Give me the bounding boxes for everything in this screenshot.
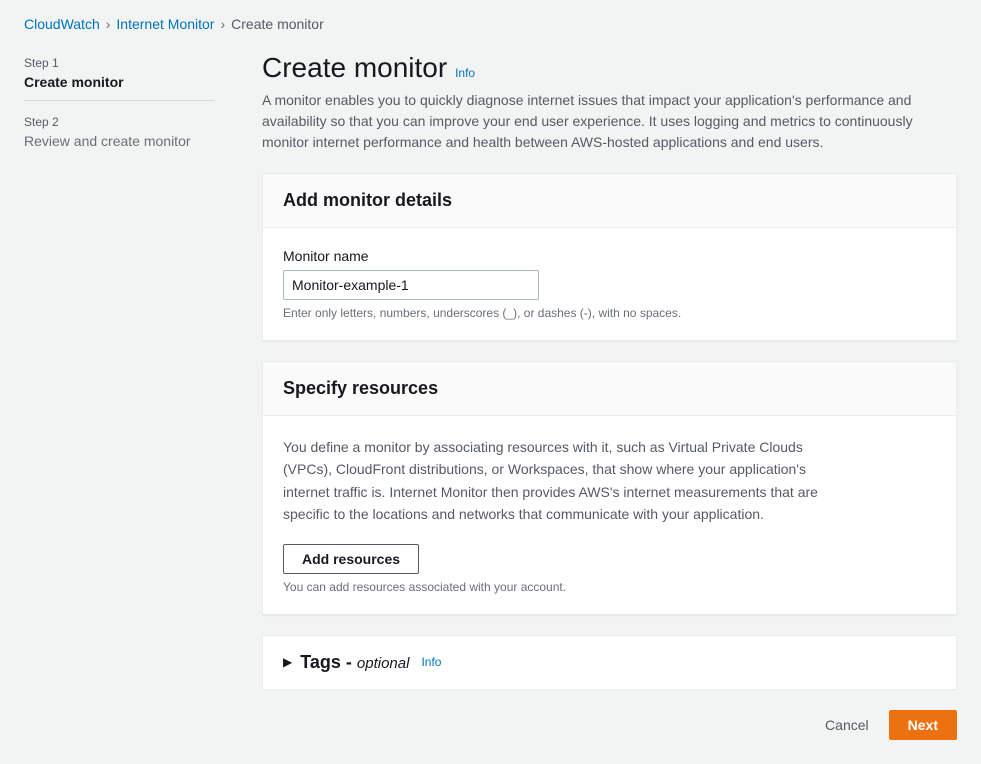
monitor-name-input[interactable] <box>283 270 539 300</box>
step-number: Step 2 <box>24 115 214 129</box>
monitor-name-label: Monitor name <box>283 248 936 264</box>
next-button[interactable]: Next <box>889 710 957 740</box>
monitor-name-hint: Enter only letters, numbers, underscores… <box>283 306 936 320</box>
step-title: Create monitor <box>24 74 214 90</box>
monitor-details-panel: Add monitor details Monitor name Enter o… <box>262 173 957 341</box>
step-title: Review and create monitor <box>24 133 214 149</box>
chevron-right-icon: › <box>106 16 111 32</box>
main-content: Create monitor Info A monitor enables yo… <box>262 52 957 740</box>
page-title: Create monitor <box>262 52 447 83</box>
breadcrumb: CloudWatch › Internet Monitor › Create m… <box>24 16 957 32</box>
breadcrumb-internet-monitor[interactable]: Internet Monitor <box>116 16 214 32</box>
panel-heading: Add monitor details <box>283 190 936 211</box>
step-number: Step 1 <box>24 56 214 70</box>
add-resources-hint: You can add resources associated with yo… <box>283 580 936 594</box>
breadcrumb-cloudwatch[interactable]: CloudWatch <box>24 16 100 32</box>
specify-resources-panel: Specify resources You define a monitor b… <box>262 361 957 615</box>
wizard-step-2[interactable]: Step 2 Review and create monitor <box>24 111 214 159</box>
tags-heading: Tags - optional <box>300 652 409 672</box>
tags-info-link[interactable]: Info <box>421 655 441 669</box>
resources-description: You define a monitor by associating reso… <box>283 436 843 526</box>
cancel-button[interactable]: Cancel <box>813 711 881 739</box>
chevron-right-icon: › <box>220 16 225 32</box>
panel-heading: Specify resources <box>283 378 936 399</box>
wizard-footer: Cancel Next <box>262 710 957 740</box>
wizard-steps: Step 1 Create monitor Step 2 Review and … <box>24 52 214 740</box>
page-description: A monitor enables you to quickly diagnos… <box>262 90 957 153</box>
info-link[interactable]: Info <box>455 66 475 80</box>
page-header: Create monitor Info A monitor enables yo… <box>262 52 957 153</box>
breadcrumb-current: Create monitor <box>231 16 324 32</box>
wizard-step-1[interactable]: Step 1 Create monitor <box>24 52 214 101</box>
expand-caret-icon: ▶ <box>283 655 292 669</box>
add-resources-button[interactable]: Add resources <box>283 544 419 574</box>
tags-panel[interactable]: ▶ Tags - optional Info <box>262 635 957 690</box>
